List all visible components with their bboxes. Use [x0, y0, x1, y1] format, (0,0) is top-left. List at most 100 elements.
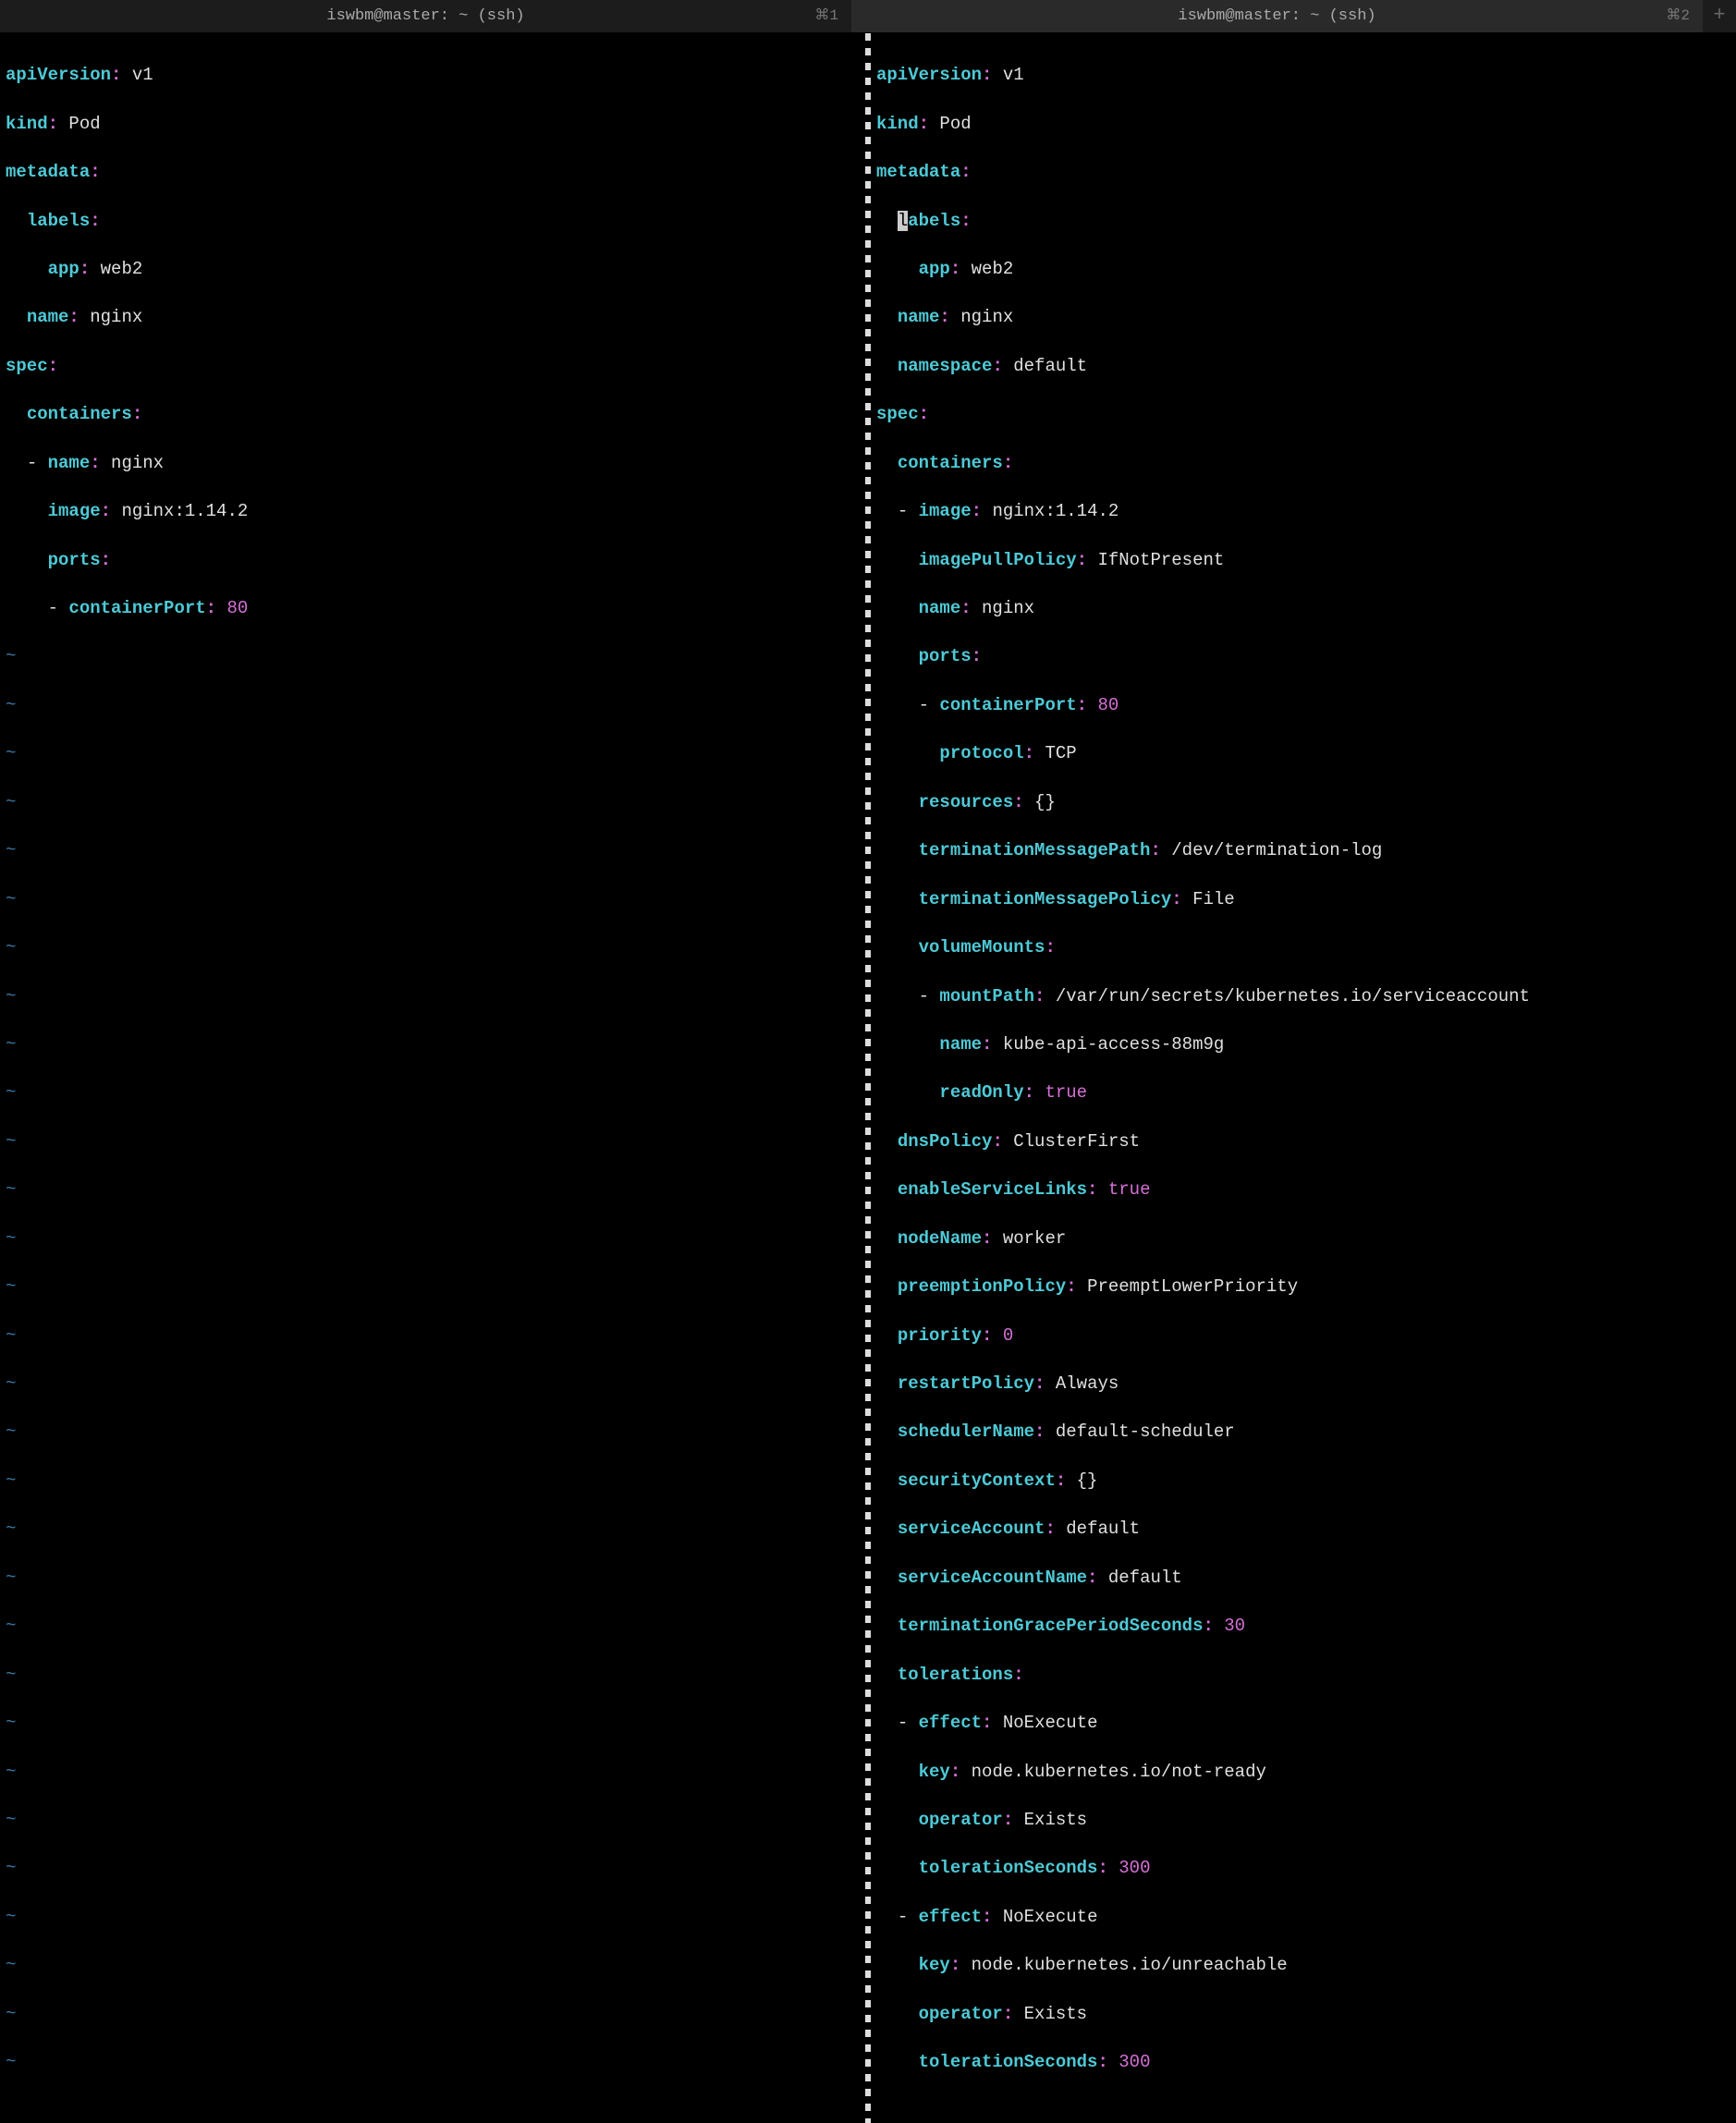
yaml-key: name — [27, 307, 69, 327]
tab-2[interactable]: iswbm@master: ~ (ssh) ⌘2 — [851, 0, 1703, 32]
vim-tilde: ~ — [6, 838, 860, 862]
yaml-key: containerPort — [939, 695, 1076, 715]
vim-tilde: ~ — [6, 1324, 860, 1348]
yaml-key: operator — [919, 2004, 1003, 2024]
yaml-key: imagePullPolicy — [919, 550, 1077, 570]
yaml-value: NoExecute — [1003, 1907, 1098, 1927]
vim-tilde: ~ — [6, 1517, 860, 1541]
vim-tilde: ~ — [6, 1856, 860, 1880]
yaml-value: /dev/termination-log — [1171, 840, 1382, 860]
left-pane[interactable]: apiVersion: v1 kind: Pod metadata: label… — [0, 33, 865, 2123]
yaml-value: true — [1045, 1082, 1087, 1103]
yaml-key: app — [919, 259, 950, 279]
yaml-value: Pod — [939, 114, 971, 134]
yaml-key: image — [919, 501, 972, 521]
yaml-value: Exists — [1024, 1810, 1087, 1830]
yaml-key: enableServiceLinks — [898, 1179, 1087, 1200]
yaml-key: kind — [876, 114, 919, 134]
tab-2-shortcut: ⌘2 — [1666, 6, 1690, 26]
yaml-key: terminationMessagePath — [919, 840, 1151, 860]
yaml-value: /var/run/secrets/kubernetes.io/serviceac… — [1056, 986, 1530, 1007]
yaml-value: default — [1013, 356, 1087, 376]
yaml-key: abels — [908, 211, 960, 231]
vim-tilde: ~ — [6, 1808, 860, 1832]
yaml-key: spec — [6, 356, 48, 376]
yaml-key: readOnly — [939, 1082, 1023, 1103]
right-pane[interactable]: apiVersion: v1 kind: Pod metadata: label… — [871, 33, 1736, 2123]
vim-tilde: ~ — [6, 790, 860, 814]
yaml-value: File — [1192, 889, 1235, 909]
vim-tilde: ~ — [6, 1614, 860, 1638]
vim-tilde: ~ — [6, 1129, 860, 1153]
yaml-key: terminationGracePeriodSeconds — [898, 1616, 1204, 1636]
yaml-key: app — [48, 259, 79, 279]
yaml-key: metadata — [6, 162, 90, 182]
yaml-value: nginx — [90, 307, 142, 327]
vim-tilde: ~ — [6, 2002, 860, 2026]
yaml-key: serviceAccount — [898, 1519, 1045, 1539]
yaml-key: metadata — [876, 162, 960, 182]
vim-cursor: l — [898, 211, 908, 231]
yaml-key: name — [898, 307, 940, 327]
yaml-value: 80 — [226, 598, 248, 618]
yaml-value: nginx — [111, 453, 164, 473]
yaml-key: key — [919, 1762, 950, 1782]
yaml-value: worker — [1003, 1228, 1066, 1249]
yaml-value: kube-api-access-88m9g — [1003, 1034, 1224, 1055]
yaml-key: schedulerName — [898, 1421, 1034, 1442]
yaml-key: labels — [27, 211, 90, 231]
yaml-key: tolerationSeconds — [919, 1858, 1098, 1878]
yaml-key: resources — [919, 792, 1014, 812]
yaml-value: Always — [1056, 1373, 1119, 1394]
vim-tilde: ~ — [6, 1905, 860, 1929]
new-tab-button[interactable]: + — [1703, 0, 1736, 32]
yaml-value: web2 — [101, 259, 143, 279]
tab-bar: iswbm@master: ~ (ssh) ⌘1 iswbm@master: ~… — [0, 0, 1736, 33]
yaml-key: preemptionPolicy — [898, 1276, 1066, 1297]
yaml-key: effect — [919, 1907, 982, 1927]
yaml-value: true — [1108, 1179, 1151, 1200]
yaml-value: nginx:1.14.2 — [121, 501, 248, 521]
yaml-key: serviceAccountName — [898, 1568, 1087, 1588]
yaml-key: name — [48, 453, 91, 473]
yaml-key: ports — [919, 646, 972, 666]
vim-tilde: ~ — [6, 1760, 860, 1784]
yaml-key: kind — [6, 114, 48, 134]
yaml-key: terminationMessagePolicy — [919, 889, 1172, 909]
tab-1[interactable]: iswbm@master: ~ (ssh) ⌘1 — [0, 0, 851, 32]
tab-1-shortcut: ⌘1 — [814, 6, 838, 26]
yaml-value: default — [1066, 1519, 1140, 1539]
yaml-value: nginx:1.14.2 — [992, 501, 1119, 521]
vim-tilde: ~ — [6, 1372, 860, 1396]
yaml-value: default-scheduler — [1056, 1421, 1235, 1442]
yaml-value: NoExecute — [1003, 1713, 1098, 1733]
yaml-value: default — [1108, 1568, 1182, 1588]
tab-1-title: iswbm@master: ~ (ssh) — [0, 6, 851, 27]
vim-tilde: ~ — [6, 741, 860, 765]
yaml-key: containerPort — [68, 598, 205, 618]
yaml-key: priority — [898, 1325, 982, 1346]
yaml-value: node.kubernetes.io/unreachable — [972, 1955, 1288, 1975]
vim-tilde: ~ — [6, 1080, 860, 1104]
yaml-value: nginx — [982, 598, 1034, 618]
yaml-key: mountPath — [939, 986, 1034, 1007]
yaml-key: protocol — [939, 743, 1023, 763]
plus-icon: + — [1713, 2, 1725, 30]
yaml-value: Pod — [68, 114, 100, 134]
yaml-value: {} — [1077, 1470, 1098, 1491]
vim-tilde: ~ — [6, 887, 860, 911]
vim-tilde: ~ — [6, 1663, 860, 1687]
yaml-key: tolerations — [898, 1665, 1013, 1685]
yaml-key: spec — [876, 404, 919, 424]
vim-tilde: ~ — [6, 2050, 860, 2074]
yaml-value: node.kubernetes.io/not-ready — [972, 1762, 1266, 1782]
yaml-key: volumeMounts — [919, 937, 1045, 958]
vim-tilde: ~ — [6, 1420, 860, 1444]
vim-tilde: ~ — [6, 1275, 860, 1299]
vim-tilde: ~ — [6, 644, 860, 668]
yaml-value: IfNotPresent — [1097, 550, 1224, 570]
yaml-value: {} — [1034, 792, 1056, 812]
yaml-key: namespace — [898, 356, 993, 376]
yaml-key: image — [48, 501, 101, 521]
yaml-key: nodeName — [898, 1228, 982, 1249]
